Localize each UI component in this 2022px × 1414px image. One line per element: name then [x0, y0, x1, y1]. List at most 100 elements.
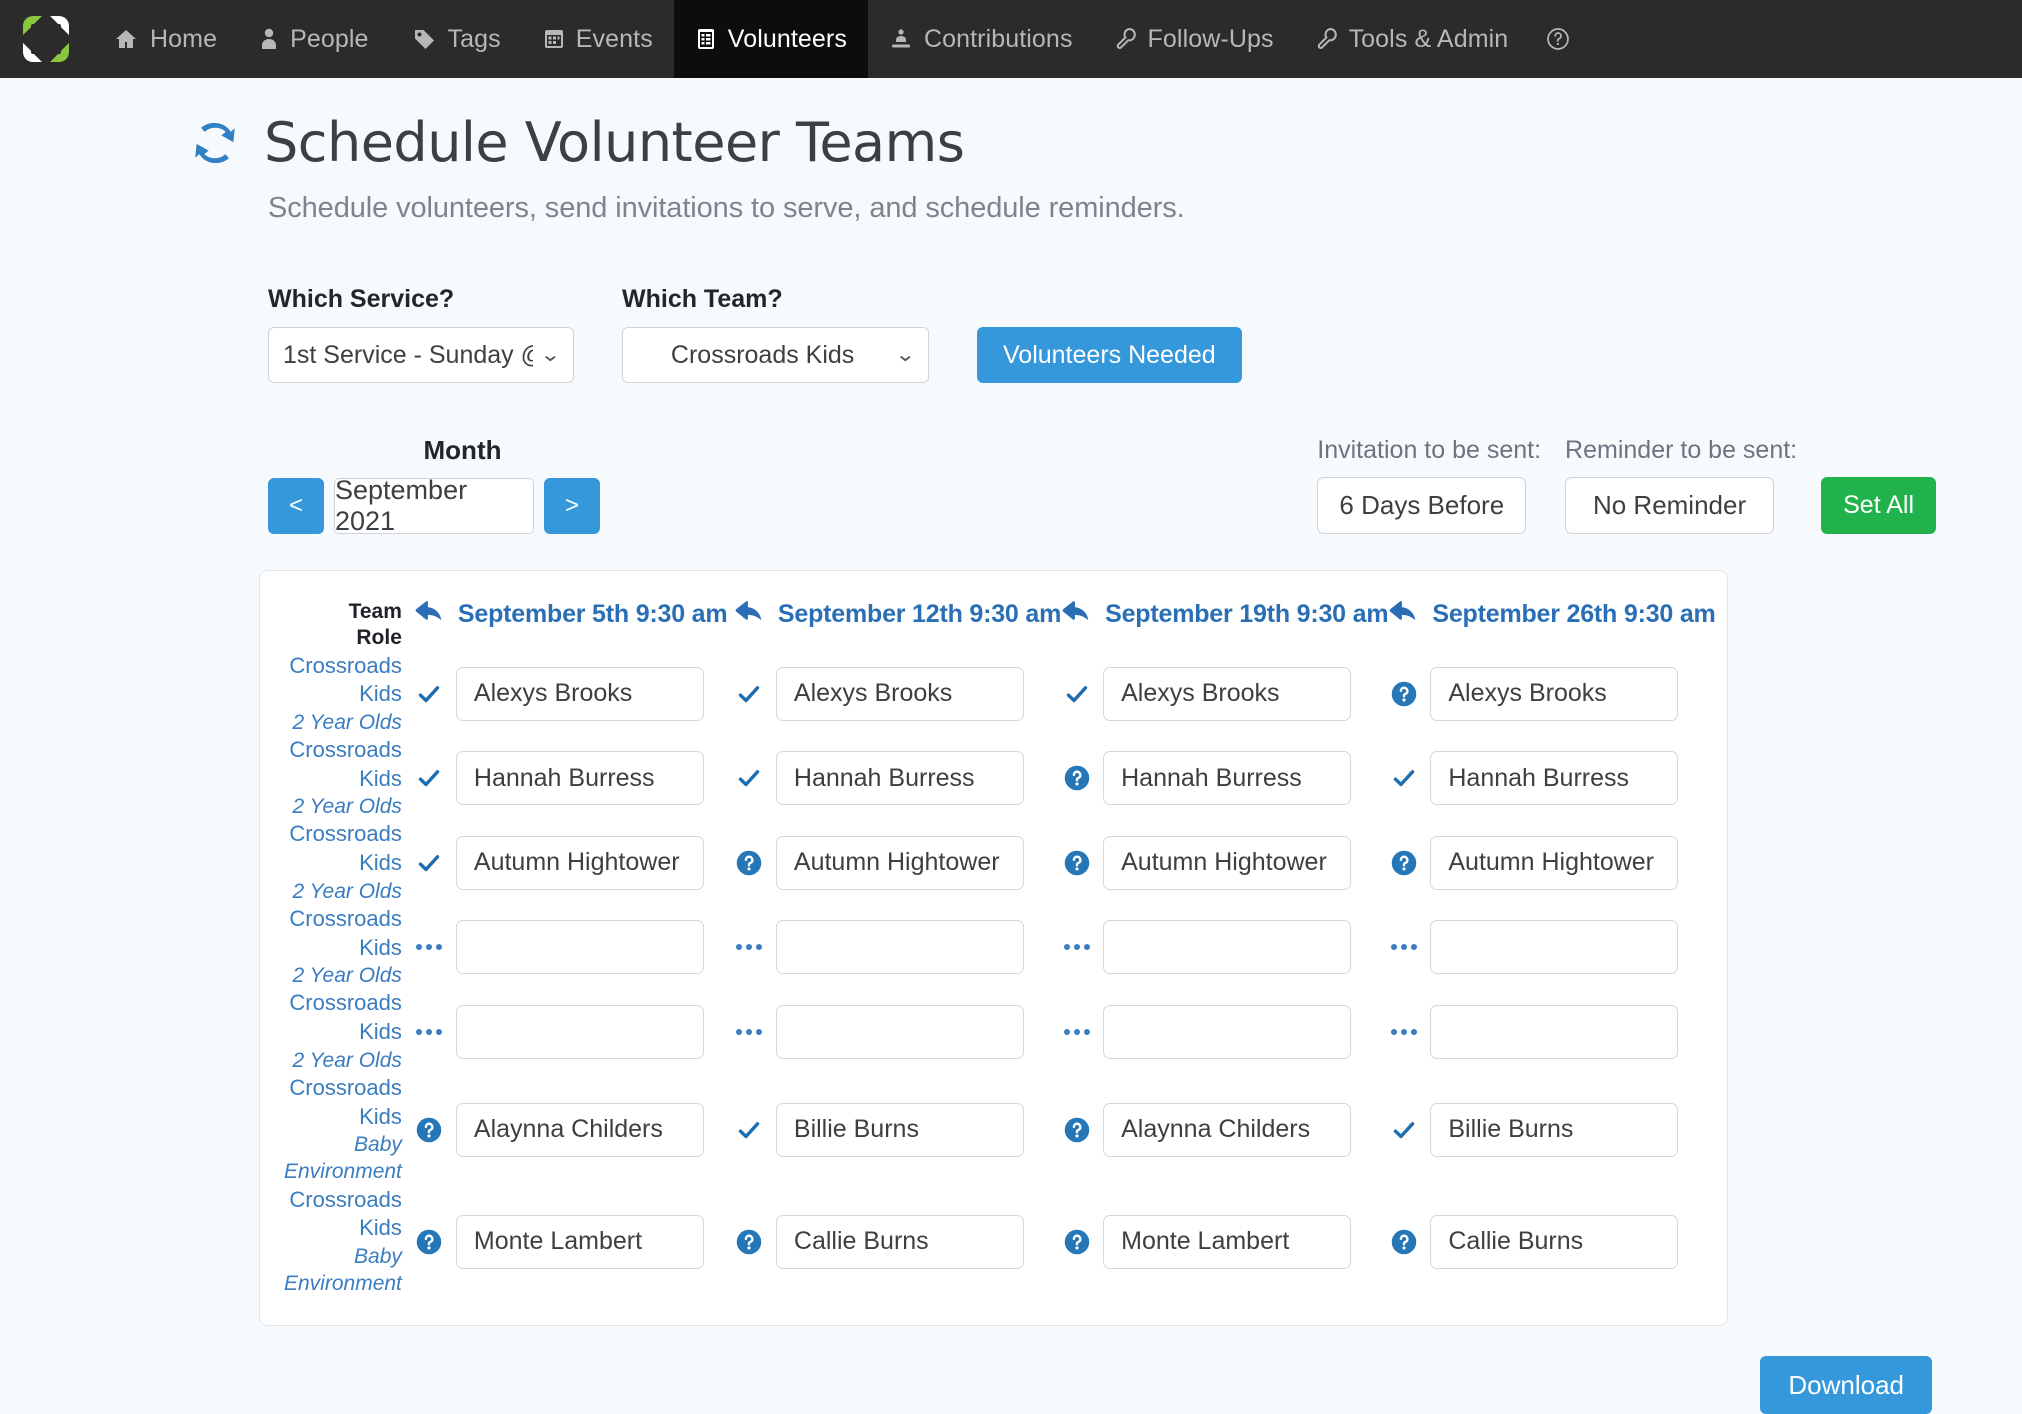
download-button[interactable]: Download — [1760, 1356, 1932, 1414]
reply-arrow-icon[interactable] — [1388, 599, 1418, 630]
nav-item-home[interactable]: Home — [92, 0, 238, 78]
question-circle-icon[interactable] — [414, 1228, 445, 1256]
volunteer-name-input[interactable]: Hannah Burress — [1430, 751, 1679, 806]
volunteer-name-input[interactable]: Callie Burns — [1430, 1214, 1679, 1269]
month-value-field[interactable]: September 2021 — [334, 475, 534, 536]
volunteer-name-input[interactable]: Callie Burns — [775, 1214, 1024, 1269]
volunteer-name-input[interactable]: Billie Burns — [1430, 1102, 1679, 1157]
nav-item-people[interactable]: People — [238, 0, 389, 78]
previous-month-button[interactable]: < — [268, 478, 324, 534]
check-icon[interactable] — [414, 766, 445, 790]
date-header-label[interactable]: September 26th 9:30 am — [1432, 600, 1715, 629]
volunteer-name-input[interactable] — [455, 920, 704, 975]
volunteer-name-input[interactable]: Billie Burns — [775, 1102, 1024, 1157]
invitation-select[interactable]: 6 Days Before — [1317, 477, 1527, 534]
pending-dots-icon[interactable] — [1061, 1028, 1092, 1035]
volunteer-name-input[interactable]: Autumn Hightower — [775, 835, 1024, 890]
question-circle-icon[interactable] — [1388, 849, 1419, 877]
check-icon[interactable] — [734, 682, 765, 706]
volunteer-name-input[interactable] — [1430, 1004, 1679, 1059]
volunteer-name-input[interactable]: Alexys Brooks — [455, 666, 704, 721]
volunteers-needed-button[interactable]: Volunteers Needed — [977, 327, 1242, 383]
help-button[interactable] — [1529, 0, 1585, 78]
service-label: Which Service? — [268, 285, 455, 313]
nav-item-tags[interactable]: Tags — [390, 0, 522, 78]
check-icon[interactable] — [1388, 1118, 1419, 1142]
question-circle-icon[interactable] — [1061, 849, 1092, 877]
nav-item-tools-admin[interactable]: Tools & Admin — [1295, 0, 1530, 78]
question-circle-icon[interactable] — [734, 849, 765, 877]
check-icon[interactable] — [734, 1118, 765, 1142]
question-circle-icon[interactable] — [1388, 680, 1419, 708]
pending-dots-icon[interactable] — [1061, 944, 1092, 951]
reminder-select[interactable]: No Reminder — [1565, 477, 1775, 534]
pending-dots-icon[interactable] — [734, 944, 765, 951]
volunteer-name-input[interactable] — [775, 1004, 1024, 1059]
team-name-link[interactable]: Crossroads Kids — [284, 989, 401, 1046]
volunteer-name-input[interactable] — [1103, 1004, 1352, 1059]
volunteer-name-input[interactable]: Alexys Brooks — [775, 666, 1024, 721]
reply-arrow-icon[interactable] — [1061, 599, 1091, 630]
service-select[interactable]: 1st Service - Sunday @9:3 ⌄ — [268, 327, 574, 383]
question-circle-icon[interactable] — [414, 1116, 445, 1144]
check-icon[interactable] — [734, 766, 765, 790]
volunteer-name-input[interactable]: Hannah Burress — [775, 751, 1024, 806]
question-circle-icon[interactable] — [1388, 1228, 1419, 1256]
pending-dots-icon[interactable] — [1388, 1028, 1419, 1035]
set-all-button[interactable]: Set All — [1821, 477, 1936, 534]
team-name-link[interactable]: Crossroads Kids — [284, 1186, 401, 1243]
volunteer-name-input[interactable] — [775, 920, 1024, 975]
page-title-row: Schedule Volunteer Teams — [0, 78, 2022, 174]
volunteer-name-input[interactable]: Alaynna Childers — [1103, 1102, 1352, 1157]
check-icon[interactable] — [1061, 682, 1092, 706]
volunteer-name-input[interactable]: Alexys Brooks — [1103, 666, 1352, 721]
team-name-link[interactable]: Crossroads Kids — [284, 652, 401, 709]
check-icon[interactable] — [414, 682, 445, 706]
team-name-link[interactable]: Crossroads Kids — [284, 905, 401, 962]
reply-arrow-icon[interactable] — [414, 599, 444, 630]
team-select[interactable]: Crossroads Kids ⌄ — [622, 327, 929, 383]
volunteer-name-input[interactable]: Monte Lambert — [455, 1214, 704, 1269]
volunteer-name-input[interactable]: Alaynna Childers — [455, 1102, 704, 1157]
role-name-link[interactable]: Baby Environment — [284, 1131, 402, 1186]
question-circle-icon[interactable] — [1061, 764, 1092, 792]
role-name-link[interactable]: 2 Year Olds — [284, 1047, 402, 1074]
role-name-link[interactable]: 2 Year Olds — [284, 709, 402, 736]
volunteer-name-input[interactable]: Monte Lambert — [1103, 1214, 1352, 1269]
team-name-link[interactable]: Crossroads Kids — [284, 1074, 401, 1131]
check-icon[interactable] — [414, 851, 445, 875]
question-circle-icon[interactable] — [734, 1228, 765, 1256]
role-name-link[interactable]: Baby Environment — [284, 1243, 402, 1298]
volunteer-name-input[interactable]: Alexys Brooks — [1430, 666, 1679, 721]
nav-item-volunteers[interactable]: Volunteers — [673, 0, 868, 78]
question-circle-icon[interactable] — [1061, 1116, 1092, 1144]
nav-item-events[interactable]: Events — [522, 0, 674, 78]
team-name-link[interactable]: Crossroads Kids — [284, 736, 401, 793]
volunteer-name-input[interactable]: Autumn Hightower — [1103, 835, 1352, 890]
volunteer-name-input[interactable]: Hannah Burress — [1103, 751, 1352, 806]
role-name-link[interactable]: 2 Year Olds — [284, 878, 402, 905]
role-name-link[interactable]: 2 Year Olds — [284, 793, 402, 820]
team-name-link[interactable]: Crossroads Kids — [284, 820, 401, 877]
reply-arrow-icon[interactable] — [734, 599, 764, 630]
volunteer-name-input[interactable]: Hannah Burress — [455, 751, 704, 806]
date-header-label[interactable]: September 12th 9:30 am — [778, 600, 1061, 629]
nav-item-contributions[interactable]: Contributions — [868, 0, 1094, 78]
check-icon[interactable] — [1388, 766, 1419, 790]
nav-item-follow-ups[interactable]: Follow-Ups — [1094, 0, 1295, 78]
app-logo[interactable] — [0, 0, 92, 78]
pending-dots-icon[interactable] — [414, 944, 445, 951]
pending-dots-icon[interactable] — [414, 1028, 445, 1035]
volunteer-name-input[interactable]: Autumn Hightower — [455, 835, 704, 890]
pending-dots-icon[interactable] — [1388, 944, 1419, 951]
volunteer-name-input[interactable] — [1103, 920, 1352, 975]
date-header-label[interactable]: September 19th 9:30 am — [1105, 600, 1388, 629]
next-month-button[interactable]: > — [544, 478, 600, 534]
volunteer-name-input[interactable]: Autumn Hightower — [1430, 835, 1679, 890]
role-name-link[interactable]: 2 Year Olds — [284, 962, 402, 989]
volunteer-name-input[interactable] — [455, 1004, 704, 1059]
volunteer-name-input[interactable] — [1430, 920, 1679, 975]
date-header-label[interactable]: September 5th 9:30 am — [458, 600, 728, 629]
question-circle-icon[interactable] — [1061, 1228, 1092, 1256]
pending-dots-icon[interactable] — [734, 1028, 765, 1035]
